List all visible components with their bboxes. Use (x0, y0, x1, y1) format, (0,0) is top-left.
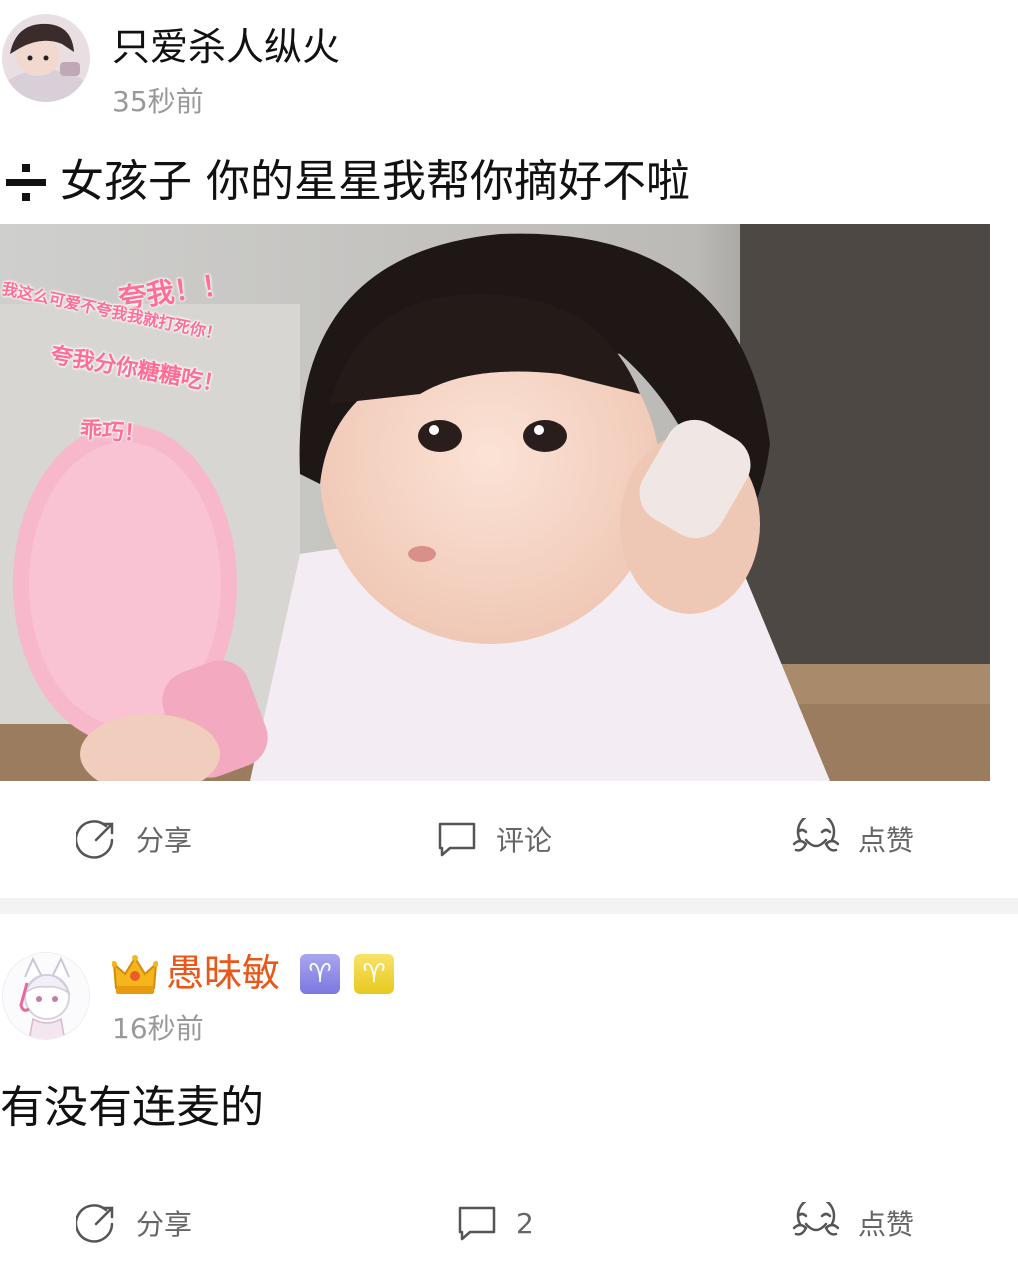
post-actions: 分享 评论 点赞 (0, 804, 1018, 874)
share-button[interactable]: 分享 (76, 1188, 192, 1258)
image-sticker: 乖巧！ (79, 417, 147, 448)
comment-icon (456, 1202, 498, 1244)
share-button[interactable]: 分享 (76, 804, 192, 874)
post-text: 女孩子 你的星星我帮你摘好不啦 (60, 156, 690, 207)
user-avatar[interactable] (2, 952, 90, 1040)
comment-button[interactable]: 2 (456, 1188, 534, 1258)
feed-post: 愚昧敏 ♈ ♈ 16秒前 有没有连麦的 分享 2 点赞 (0, 914, 1018, 1284)
comment-button[interactable]: 评论 (436, 804, 552, 874)
post-time: 16秒前 (112, 1012, 204, 1045)
zodiac-badge: ♈ (300, 954, 340, 994)
post-time: 35秒前 (112, 85, 204, 118)
post-separator (0, 898, 1018, 914)
like-face-icon (792, 1202, 840, 1244)
comment-count: 2 (516, 1206, 534, 1240)
post-actions: 分享 2 点赞 (0, 1188, 1018, 1258)
post-content: 女孩子 你的星星我帮你摘好不啦 (2, 154, 690, 210)
post-image[interactable]: 夸我！！ 我这么可爱不夸我我就打死你！ 夸我分你糖糖吃！ 乖巧！ (0, 224, 990, 781)
comment-label: 评论 (496, 824, 553, 857)
divide-icon (2, 158, 50, 206)
like-label: 点赞 (858, 824, 915, 857)
crown-vip-icon (111, 954, 159, 996)
like-face-icon (792, 818, 840, 860)
share-icon (76, 818, 118, 860)
post-content: 有没有连麦的 (0, 1082, 264, 1133)
like-label: 点赞 (858, 1208, 915, 1241)
share-icon (76, 1202, 118, 1244)
feed-post: 只爱杀人纵火 35秒前 女孩子 你的星星我帮你摘好不啦 夸我！！ 我这么可爱不夸… (0, 0, 1018, 898)
zodiac-badge: ♈ (354, 954, 394, 994)
like-button[interactable]: 点赞 (792, 804, 914, 874)
share-label: 分享 (136, 824, 193, 857)
username[interactable]: 只爱杀人纵火 (112, 24, 340, 70)
share-label: 分享 (136, 1208, 193, 1241)
user-avatar[interactable] (2, 14, 90, 102)
comment-icon (436, 818, 478, 860)
like-button[interactable]: 点赞 (792, 1188, 914, 1258)
username[interactable]: 愚昧敏 (166, 950, 280, 996)
